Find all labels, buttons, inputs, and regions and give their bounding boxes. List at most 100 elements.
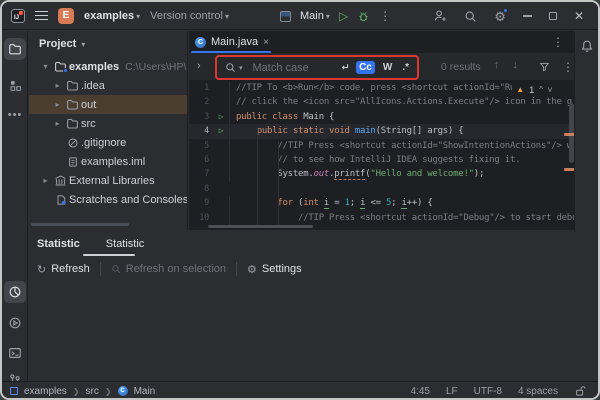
vcs-menu[interactable]: Version control ▾	[150, 10, 229, 22]
file-encoding[interactable]: UTF-8	[474, 386, 502, 397]
next-problem-icon[interactable]: v	[548, 85, 552, 94]
project-tree: ▾ examples C:\Users\HP\IdeaPro ▸ .idea ▸ out ▸ s…	[29, 57, 187, 209]
add-user-icon[interactable]	[433, 9, 447, 23]
toolbar-divider	[99, 262, 101, 276]
code-text: // click the <icon src="AllIcons.Actions…	[229, 95, 578, 110]
code-line-5[interactable]: 5 //TIP Press <shortcut actionId="ShowIn…	[189, 138, 578, 153]
project-name-menu[interactable]: examples ▾	[84, 10, 140, 22]
search-input[interactable]: Match case	[249, 62, 334, 74]
line-number: 9	[204, 198, 209, 209]
tree-item-label: examples.iml	[81, 155, 146, 168]
inspections-widget[interactable]: ▲ 1 ^ v	[512, 83, 552, 96]
code-line-8[interactable]: 8	[189, 182, 578, 196]
debug-button[interactable]	[357, 10, 370, 23]
tree-item--idea[interactable]: ▸ .idea	[29, 76, 187, 95]
search-results-count: 0 results	[441, 61, 481, 73]
code-text: // to see how IntelliJ IDEA suggests fix…	[229, 152, 578, 168]
search-everywhere-icon[interactable]	[464, 10, 477, 23]
line-number: 5	[204, 140, 209, 151]
project-badge-icon[interactable]: E	[58, 7, 74, 24]
chevron-open-icon[interactable]: ▾	[39, 62, 52, 71]
chevron-closed-icon[interactable]: ▸	[51, 100, 64, 109]
expand-search-icon[interactable]: ›	[197, 60, 201, 72]
ide-window: IJ E examples ▾ Version control ▾ Main ▾ ▷ …	[0, 0, 600, 400]
filter-icon[interactable]	[539, 61, 550, 72]
previous-problem-icon[interactable]: ^	[539, 85, 543, 94]
statistic-tool-window: Statistic Statistic ↻ Refresh Refresh on…	[29, 231, 578, 380]
code-view[interactable]: 1//TIP To <b>Run</b> code, press <shortc…	[189, 81, 578, 227]
run-gutter-icon[interactable]: ▷	[213, 110, 229, 124]
line-number: 4	[204, 126, 209, 137]
line-ending[interactable]: LF	[446, 386, 458, 397]
iml-icon	[64, 156, 81, 168]
refresh-on-selection-button[interactable]: Refresh on selection	[111, 263, 226, 275]
main-menu-icon[interactable]	[35, 11, 48, 20]
warning-icon: ▲	[516, 85, 525, 94]
left-tool-strip: •••	[2, 31, 28, 386]
project-horizontal-scrollbar[interactable]	[31, 223, 129, 226]
more-tool-windows-button[interactable]: •••	[4, 104, 26, 126]
run-config-icon	[280, 10, 291, 22]
tree-item-label: src	[81, 117, 96, 130]
code-line-3[interactable]: 3 ▷ public class Main {	[189, 109, 578, 125]
scratch-icon	[52, 194, 69, 206]
chevron-closed-icon[interactable]: ▸	[51, 119, 64, 128]
match-case-toggle[interactable]: Cc	[356, 61, 375, 74]
caret-position[interactable]: 4:45	[410, 386, 429, 397]
breadcrumb-item[interactable]: examples	[24, 386, 67, 397]
window-close-button[interactable]: ✕	[574, 9, 584, 23]
run-button[interactable]: ▷	[339, 10, 348, 22]
tree-item-examples-iml[interactable]: examples.iml	[29, 152, 187, 171]
tab-statistic[interactable]: Statistic	[106, 238, 145, 250]
services-tool-window-button[interactable]	[4, 312, 26, 334]
window-maximize-button[interactable]	[548, 12, 557, 20]
editor-tab-bar: C Main.java × ⋮	[189, 31, 578, 54]
tree-item-examples[interactable]: ▾ examples C:\Users\HP\IdeaPro	[29, 57, 187, 76]
code-text: for (int i = 1; i <= 5; i++) {	[229, 196, 578, 211]
project-tool-window-button[interactable]	[4, 38, 26, 60]
more-actions-icon[interactable]: ⋮	[379, 9, 391, 23]
tab-options-icon[interactable]: ⋮	[552, 35, 564, 49]
editor-horizontal-scrollbar[interactable]	[208, 225, 313, 228]
notifications-bell-icon[interactable]	[580, 39, 594, 53]
chevron-closed-icon[interactable]: ▸	[39, 176, 52, 185]
code-line-7[interactable]: 7 System.out.printf("Hello and welcome!"…	[189, 167, 578, 182]
editor-area: C Main.java × ⋮ › ▾ Match case Cc W .* 0…	[189, 31, 594, 230]
indent-setting[interactable]: 4 spaces	[518, 386, 558, 397]
tree-item-external-libraries[interactable]: ▸ External Libraries	[29, 171, 187, 190]
tab-main-java[interactable]: C Main.java ×	[189, 31, 277, 53]
run-config-selector[interactable]: Main ▾	[300, 10, 330, 22]
tree-item-out[interactable]: ▸ out	[29, 95, 187, 114]
newline-icon[interactable]	[339, 62, 350, 73]
regex-toggle[interactable]: .*	[400, 61, 411, 74]
tab-close-icon[interactable]: ×	[263, 37, 269, 48]
run-gutter-icon[interactable]: ▷	[213, 124, 229, 138]
breadcrumb-item[interactable]: src	[86, 386, 99, 397]
next-occurrence-icon[interactable]: ↓	[513, 59, 519, 71]
structure-tool-window-button[interactable]	[4, 74, 26, 96]
words-toggle[interactable]: W	[381, 61, 394, 74]
code-line-4[interactable]: 4 ▷ public static void main(String[] args…	[189, 124, 578, 139]
annotation-red-box: ▾ Match case Cc W .*	[215, 55, 419, 80]
code-line-9[interactable]: 9 for (int i = 1; i <= 5; i++) {	[189, 196, 578, 211]
terminal-tool-window-button[interactable]	[4, 342, 26, 364]
tree-item--gitignore[interactable]: .gitignore	[29, 133, 187, 152]
refresh-button[interactable]: ↻ Refresh	[37, 263, 90, 276]
settings-button[interactable]: ⚙ Settings	[247, 263, 302, 276]
unlocked-padlock-icon[interactable]	[574, 385, 586, 397]
code-line-6[interactable]: 6 // to see how IntelliJ IDEA suggests f…	[189, 152, 578, 168]
code-line-10[interactable]: 10 //TIP Press <shortcut actionId="Debug…	[189, 210, 578, 225]
project-panel-header[interactable]: Project ▾	[29, 31, 187, 57]
tree-item-label: out	[81, 98, 97, 111]
previous-occurrence-icon[interactable]: ↑	[494, 59, 500, 71]
statistic-tool-window-button[interactable]	[4, 281, 26, 303]
search-icon[interactable]: ▾	[225, 62, 243, 73]
settings-gear-icon[interactable]: ⚙	[494, 7, 508, 23]
window-minimize-button[interactable]	[522, 15, 532, 17]
breadcrumb-item[interactable]: Main	[134, 386, 156, 397]
search-options-icon[interactable]: ⋮	[562, 60, 574, 74]
tree-item-scratches-and-consoles[interactable]: Scratches and Consoles	[29, 190, 187, 209]
tree-item-src[interactable]: ▸ src	[29, 114, 187, 133]
code-line-2[interactable]: 2 // click the <icon src="AllIcons.Action…	[189, 95, 578, 110]
chevron-closed-icon[interactable]: ▸	[51, 81, 64, 90]
